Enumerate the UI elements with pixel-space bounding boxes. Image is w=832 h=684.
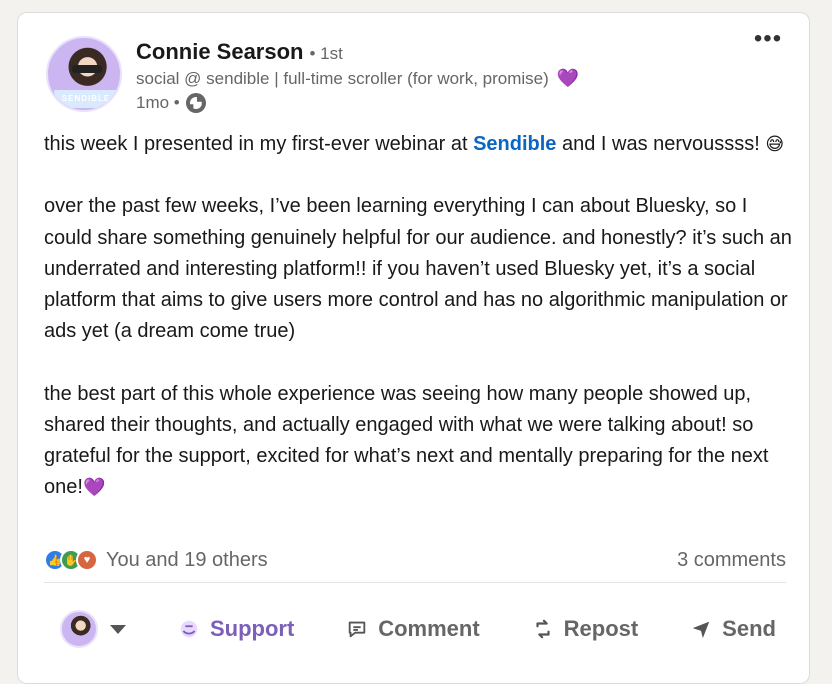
post-paragraph-1: this week I presented in my first-ever w… [44,129,794,160]
repost-button[interactable]: Repost [532,616,639,642]
author-avatar[interactable]: SENDIBLE [46,36,122,112]
author-name[interactable]: Connie Searson [136,39,303,65]
send-button[interactable]: Send [690,616,776,642]
headline-text: social @ sendible | full-time scroller (… [136,68,549,88]
author-name-row: Connie Searson • 1st [136,39,343,65]
post-time: 1mo • [136,93,180,112]
repost-label: Repost [563,616,639,641]
small-avatar [60,610,98,648]
globe-icon [185,93,206,113]
author-headline: social @ sendible | full-time scroller (… [136,68,579,89]
caret-down-icon [110,624,126,634]
avatar-frame-badge: SENDIBLE [54,90,118,108]
post-text-1a: this week I presented in my first-ever w… [44,133,474,155]
post-text-1b: and I was nervoussss! [556,133,760,155]
mention-sendible[interactable]: Sendible [473,133,556,155]
purple-heart-emoji: 💜 [82,477,106,498]
reaction-icons: 👍 ✋ ♥ [44,549,98,571]
social-counts: 👍 ✋ ♥ You and 19 others 3 comments [44,543,786,577]
post-paragraph-2: over the past few weeks, I’ve been learn… [44,195,792,343]
support-button[interactable]: Support [178,616,294,642]
sweat-smile-emoji: 😅 [765,134,785,154]
more-icon: ••• [753,25,783,52]
comment-button[interactable]: Comment [346,616,480,642]
react-as-selector[interactable] [60,610,126,648]
support-icon [180,620,198,638]
comment-icon [348,621,366,638]
repost-icon [536,619,550,639]
support-label: Support [209,616,295,641]
post-card: SENDIBLE Connie Searson • 1st social @ s… [17,12,810,684]
reactions-summary[interactable]: 👍 ✋ ♥ You and 19 others [44,549,268,572]
post-paragraph-3: the best part of this whole experience w… [44,379,794,504]
send-label: Send [722,616,776,641]
send-icon [692,621,710,639]
sunglasses-graphic [72,65,102,73]
more-options-button[interactable]: ••• [753,27,783,53]
comments-count[interactable]: 3 comments [677,549,786,572]
love-reaction-icon: ♥ [76,549,98,571]
action-bar: Support Comment Repost Send [44,599,786,659]
purple-heart-emoji: 💜 [556,68,580,88]
connection-degree: • 1st [309,44,343,63]
post-time-row: 1mo • [136,93,206,113]
reactions-count: You and 19 others [106,548,268,571]
avatar-image: SENDIBLE [46,36,122,112]
comment-label: Comment [378,616,480,641]
post-body: this week I presented in my first-ever w… [44,129,794,503]
post-text-3: the best part of this whole experience w… [44,382,769,499]
divider [44,582,786,583]
